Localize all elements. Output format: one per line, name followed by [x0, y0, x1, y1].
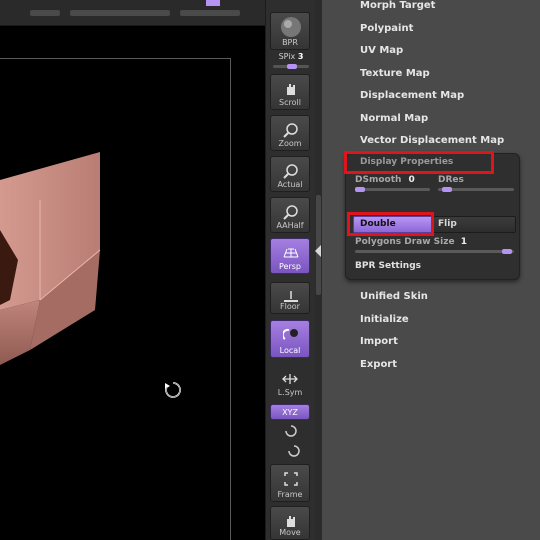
bpr-button[interactable]: BPR [270, 12, 310, 50]
aahalf-label: AAHalf [276, 221, 304, 230]
scroll-label: Scroll [279, 98, 301, 107]
persp-button[interactable]: Persp [270, 238, 310, 274]
aahalf-button[interactable]: AAHalf [270, 197, 310, 233]
dsmooth-slider[interactable] [355, 187, 430, 192]
rotate-cursor-icon [165, 382, 181, 398]
magnifier-icon [283, 123, 298, 138]
local-button[interactable]: Local [270, 320, 310, 358]
shelf-bar [70, 10, 170, 16]
magnifier-icon [283, 205, 298, 220]
collapse-arrow-icon[interactable] [315, 245, 321, 257]
bpr-settings-item[interactable]: BPR Settings [355, 261, 421, 271]
polygons-draw-size-knob[interactable] [502, 249, 512, 254]
dres-slider[interactable] [438, 187, 514, 192]
frame-icon [284, 472, 298, 486]
move-label: Move [279, 528, 301, 537]
menu-texture-map[interactable]: Texture Map [360, 68, 430, 79]
xyz-label: XYZ [282, 408, 298, 417]
dsmooth-text: DSmooth [355, 175, 402, 185]
polygons-draw-size-text: Polygons Draw Size [355, 237, 455, 247]
viewport[interactable] [0, 0, 265, 540]
double-button-highlight [347, 212, 434, 236]
polygons-draw-size-label[interactable]: Polygons Draw Size 1 [355, 237, 467, 247]
dsmooth-knob[interactable] [355, 187, 365, 192]
zoom-button[interactable]: Zoom [270, 115, 310, 151]
menu-displacement-map[interactable]: Displacement Map [360, 90, 464, 101]
grid-icon [283, 248, 299, 258]
dres-knob[interactable] [442, 187, 452, 192]
local-rotate-icon [283, 328, 298, 340]
dsmooth-value: 0 [408, 175, 415, 185]
frame-label: Frame [277, 490, 303, 499]
menu-unified-skin[interactable]: Unified Skin [360, 291, 428, 302]
menu-export[interactable]: Export [360, 359, 397, 370]
actual-button[interactable]: Actual [270, 156, 310, 192]
menu-morph-target[interactable]: Morph Target [360, 0, 435, 11]
move-button[interactable]: Move [270, 506, 310, 540]
scroll-button[interactable]: Scroll [270, 74, 310, 110]
spix-label: SPix [278, 52, 296, 61]
xyz-button[interactable]: XYZ [270, 404, 310, 420]
polygons-draw-size-value: 1 [460, 237, 467, 247]
floor-button[interactable]: Floor [270, 282, 310, 314]
spix-slider[interactable] [273, 64, 309, 69]
rotate-z-icon[interactable] [287, 444, 301, 458]
menu-vector-displacement-map[interactable]: Vector Displacement Map [360, 135, 504, 146]
rotate-y-icon[interactable] [284, 424, 298, 438]
tray-splitter[interactable] [315, 0, 322, 540]
display-properties-highlight [344, 151, 494, 174]
flip-button[interactable]: Flip [433, 216, 516, 233]
menu-polypaint[interactable]: Polypaint [360, 23, 413, 34]
zoom-label: Zoom [278, 139, 302, 148]
shelf-bar [180, 10, 240, 16]
tool-palette: Morph Target Polypaint UV Map Texture Ma… [322, 0, 540, 540]
mesh-model[interactable] [0, 150, 110, 380]
right-shelf: BPR SPix 3 Scroll Zoom Actual AAHalf Per… [265, 0, 315, 540]
floor-label: Floor [280, 302, 300, 311]
lsym-label: L.Sym [277, 388, 303, 397]
frame-button[interactable]: Frame [270, 464, 310, 502]
lsym-button[interactable]: L.Sym [270, 367, 310, 399]
magnifier-icon [283, 164, 298, 179]
polygons-draw-size-slider[interactable] [355, 249, 514, 254]
spix-readout[interactable]: SPix 3 [269, 52, 313, 61]
menu-uv-map[interactable]: UV Map [360, 45, 403, 56]
dsmooth-label[interactable]: DSmooth 0 [355, 175, 415, 185]
hand-move-icon [287, 516, 295, 527]
shelf-slider-knob[interactable] [206, 0, 220, 6]
symmetry-arrows-icon [282, 374, 298, 384]
dres-label[interactable]: DRes [438, 175, 464, 185]
spix-value: 3 [297, 52, 304, 61]
menu-initialize[interactable]: Initialize [360, 314, 409, 325]
shelf-bar [30, 10, 60, 16]
top-shelf [0, 0, 265, 26]
local-label: Local [279, 346, 301, 355]
persp-label: Persp [279, 262, 301, 271]
sphere-icon [281, 17, 301, 37]
bpr-label: BPR [282, 38, 298, 47]
actual-label: Actual [277, 180, 303, 189]
menu-import[interactable]: Import [360, 336, 398, 347]
hand-icon [287, 84, 295, 95]
menu-normal-map[interactable]: Normal Map [360, 113, 428, 124]
